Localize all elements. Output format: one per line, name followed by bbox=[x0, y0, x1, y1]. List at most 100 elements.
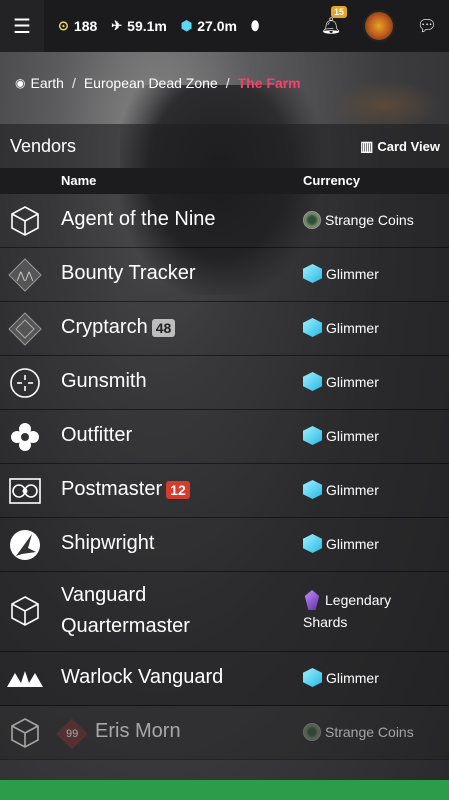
vendor-row-cryptarch[interactable]: Cryptarch 48 Glimmer bbox=[0, 302, 449, 356]
planet-icon: ◉ bbox=[15, 76, 26, 90]
glimmer-icon bbox=[303, 668, 322, 687]
column-currency[interactable]: Currency bbox=[303, 173, 360, 188]
vendor-currency: Strange Coins bbox=[303, 723, 414, 741]
vendor-currency: Glimmer bbox=[303, 668, 379, 687]
column-name[interactable]: Name bbox=[61, 173, 96, 188]
vendor-row-warlock-vanguard[interactable]: Warlock Vanguard Glimmer bbox=[0, 652, 449, 706]
glimmer-icon bbox=[303, 318, 322, 337]
rank-badge: 99 bbox=[56, 718, 88, 750]
avatar[interactable] bbox=[363, 10, 395, 42]
card-view-icon: ▥ bbox=[360, 137, 374, 154]
notifications-button[interactable]: 🔔︎ 15 bbox=[309, 6, 353, 36]
vendor-name: Gunsmith bbox=[61, 370, 147, 392]
bell-icon: 🔔︎ bbox=[320, 18, 342, 35]
breadcrumb-current: The Farm bbox=[237, 75, 301, 91]
glimmer-icon bbox=[303, 372, 322, 391]
ghost-icon: ⬮ bbox=[250, 18, 260, 33]
item-count-badge: 12 bbox=[166, 480, 190, 499]
vendor-row-agent-of-the-nine[interactable]: Agent of the Nine Strange Coins bbox=[0, 194, 449, 248]
outfitter-icon bbox=[6, 418, 44, 456]
glimmer-icon bbox=[303, 534, 322, 553]
currency-label-line1: Legendary bbox=[325, 592, 392, 608]
vendor-name: Agent of the Nine bbox=[61, 208, 216, 230]
breadcrumb-earth[interactable]: Earth bbox=[30, 75, 63, 91]
strange-coin-icon bbox=[303, 211, 321, 229]
vendor-currency: Glimmer bbox=[303, 318, 379, 337]
currency-label: Glimmer bbox=[326, 427, 379, 444]
vendor-row-outfitter[interactable]: Outfitter Glimmer bbox=[0, 410, 449, 464]
legendary-shards-icon bbox=[304, 590, 320, 610]
item-count-badge: 48 bbox=[151, 318, 176, 337]
vendor-currency: Strange Coins bbox=[303, 211, 414, 229]
vendor-currency: Glimmer bbox=[303, 480, 379, 499]
vendor-name-text: Eris Morn bbox=[95, 720, 181, 742]
vendor-currency: Legendary Shards bbox=[303, 590, 391, 630]
currency-label-line2: Shards bbox=[303, 614, 348, 630]
vendor-row-postmaster[interactable]: Postmaster 12 Glimmer bbox=[0, 464, 449, 518]
vendor-row-shipwright[interactable]: Shipwright Glimmer bbox=[0, 518, 449, 572]
card-view-button[interactable]: ▥ Card View bbox=[360, 138, 440, 155]
notification-badge: 15 bbox=[331, 6, 348, 18]
stat-ghost: ⬮ bbox=[251, 18, 264, 34]
cryptarch-icon bbox=[6, 310, 44, 348]
vanguard-quartermaster-icon bbox=[6, 592, 44, 630]
rank-value: 99 bbox=[65, 728, 79, 740]
svg-text:⋀⋀: ⋀⋀ bbox=[16, 271, 34, 282]
hamburger-icon[interactable]: ☰ bbox=[0, 0, 44, 52]
stat-bright-dust: ✈ 59.1m bbox=[111, 18, 167, 34]
chat-icon[interactable]: 💬︎ bbox=[405, 16, 449, 36]
agent-of-nine-icon bbox=[6, 202, 44, 240]
silver-coin-icon: ⊙ bbox=[58, 18, 69, 33]
vendor-row-eris-morn[interactable]: 99 Eris Morn Strange Coins bbox=[0, 706, 449, 760]
currency-label: Glimmer bbox=[326, 481, 379, 498]
top-bar: ☰ ⊙ 188 ✈ 59.1m ⬢ 27.0m ⬮ 🔔︎ 15 💬︎ bbox=[0, 0, 449, 52]
vendor-name-line2: Quartermaster bbox=[61, 615, 190, 637]
vendors-header: Vendors ▥ Card View bbox=[0, 124, 449, 168]
stat-silver: ⊙ 188 bbox=[58, 18, 97, 34]
stat-value: 188 bbox=[73, 18, 98, 34]
table-header: Name Currency bbox=[0, 168, 449, 194]
shipwright-icon bbox=[6, 526, 44, 564]
postmaster-icon bbox=[6, 472, 44, 510]
vendor-currency: Glimmer bbox=[303, 426, 379, 445]
bright-dust-icon: ✈ bbox=[111, 18, 123, 33]
currency-label: Strange Coins bbox=[325, 724, 414, 740]
vendor-currency: Glimmer bbox=[303, 372, 379, 391]
vendor-currency: Glimmer bbox=[303, 264, 379, 283]
vendor-name: Cryptarch 48 bbox=[61, 312, 176, 343]
vendor-name: Shipwright bbox=[61, 532, 155, 554]
currency-label: Glimmer bbox=[326, 669, 379, 686]
breadcrumb-edz[interactable]: European Dead Zone bbox=[84, 75, 218, 91]
card-view-label: Card View bbox=[377, 138, 440, 154]
glimmer-icon bbox=[303, 480, 322, 499]
vendor-name: Warlock Vanguard bbox=[61, 666, 224, 688]
currency-label: Glimmer bbox=[326, 319, 379, 336]
currency-label: Glimmer bbox=[326, 265, 379, 282]
currency-label: Glimmer bbox=[326, 535, 379, 552]
strange-coin-icon bbox=[303, 723, 321, 741]
glimmer-icon bbox=[303, 426, 322, 445]
vendor-name: Outfitter bbox=[61, 424, 133, 446]
currency-label: Glimmer bbox=[326, 373, 379, 390]
bounty-tracker-icon: ⋀⋀ bbox=[6, 256, 44, 294]
vendor-name-text: Cryptarch bbox=[61, 316, 148, 338]
breadcrumb: ◉ Earth / European Dead Zone / The Farm bbox=[0, 64, 449, 102]
stat-value: 59.1m bbox=[127, 18, 167, 34]
stat-glimmer: ⬢ 27.0m bbox=[181, 18, 237, 34]
vendor-row-gunsmith[interactable]: Gunsmith Glimmer bbox=[0, 356, 449, 410]
vendor-row-vanguard-quartermaster[interactable]: Vanguard Quartermaster Legendary Shards bbox=[0, 572, 449, 652]
vendor-currency: Glimmer bbox=[303, 534, 379, 553]
currency-label: Strange Coins bbox=[325, 212, 414, 228]
vendor-name: 99 Eris Morn bbox=[56, 716, 181, 750]
bottom-action-bar[interactable] bbox=[0, 780, 449, 800]
vendor-name: Bounty Tracker bbox=[61, 262, 196, 284]
warlock-vanguard-icon bbox=[6, 660, 44, 698]
vendor-name-text: Postmaster bbox=[61, 478, 163, 500]
breadcrumb-separator: / bbox=[225, 75, 230, 91]
vendor-row-bounty-tracker[interactable]: ⋀⋀ Bounty Tracker Glimmer bbox=[0, 248, 449, 302]
glimmer-icon: ⬢ bbox=[180, 18, 193, 33]
stat-value: 27.0m bbox=[197, 18, 237, 34]
vendor-name: Postmaster 12 bbox=[61, 474, 190, 505]
vendor-name-line1: Vanguard bbox=[61, 584, 147, 606]
gunsmith-icon bbox=[6, 364, 44, 402]
